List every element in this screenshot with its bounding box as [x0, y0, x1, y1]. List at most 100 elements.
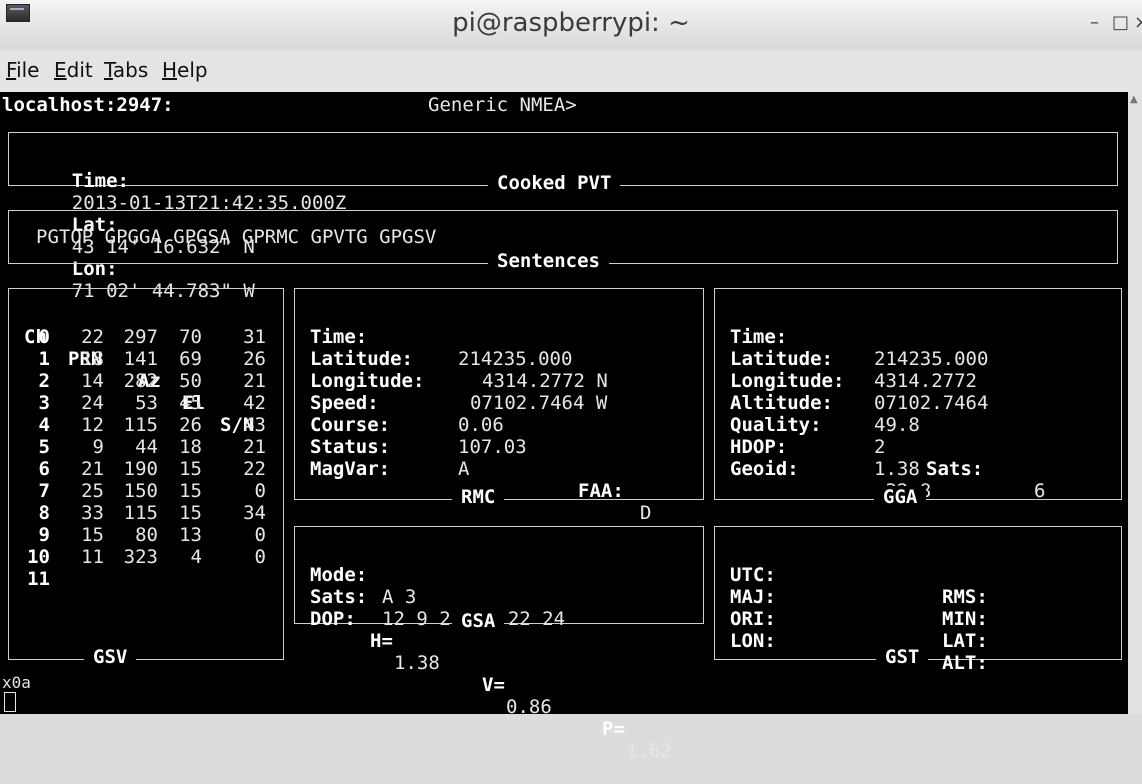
device-label: Generic NMEA>	[428, 94, 577, 116]
gsv-cell-ch: 7	[38, 480, 50, 502]
gsv-cell-az: 190	[123, 458, 158, 480]
gsv-cell-ch: 0	[38, 326, 50, 348]
rmc-course: 107.03	[458, 436, 527, 458]
gsv-cell-el: 15	[179, 458, 202, 480]
time-label: Time:	[71, 170, 129, 192]
gsv-table-row: 4 12 115 26 43	[24, 414, 274, 436]
scrollbar[interactable]: ▲	[1128, 92, 1142, 714]
gsv-cell-el: 15	[179, 480, 202, 502]
gga-altitude: 49.8	[874, 414, 920, 436]
gst-lat: LAT:	[942, 630, 988, 652]
raw-output-line: x0a	[2, 673, 31, 692]
gsv-table-row: 7 25 150 15 0	[24, 480, 274, 502]
cooked-pvt-line: Time: 2013-01-13T21:42:35.000Z Lat: 43 1…	[26, 148, 347, 302]
text-cursor	[4, 692, 16, 712]
rmc-lon-row: Longitude: 07102.7464 W	[310, 370, 608, 414]
gsv-cell-sn: 42	[243, 392, 266, 414]
gsv-cell-prn: 21	[81, 458, 104, 480]
gsv-cell-az: 297	[123, 326, 158, 348]
menu-edit[interactable]: Edit	[54, 58, 93, 82]
rmc-latitude: 4314.2772 N	[482, 370, 608, 392]
gga-caption: GGA	[874, 486, 927, 508]
gsv-cell-prn: 15	[81, 524, 104, 546]
gga-lat-row: Latitude: 4314.2772	[730, 348, 977, 392]
gsv-cell-prn: 22	[81, 326, 104, 348]
gsv-cell-el: 45	[179, 392, 202, 414]
gsv-table-row: 11	[24, 568, 274, 590]
gsv-table-row: 6 21 190 15 22	[24, 458, 274, 480]
gsv-cell-ch: 5	[38, 436, 50, 458]
terminal-area[interactable]: localhost:2947: Generic NMEA> Time: 2013…	[0, 92, 1128, 762]
gsv-cell-ch: 3	[38, 392, 50, 414]
gst-row-2: MAJ: MIN:	[730, 564, 988, 630]
host-label: localhost:2947:	[2, 94, 174, 116]
rmc-caption: RMC	[452, 486, 505, 508]
gsv-cell-ch: 9	[38, 524, 50, 546]
menu-file[interactable]: File	[6, 58, 39, 82]
gsv-cell-sn: 22	[243, 458, 266, 480]
rmc-course-row: Course: 107.03	[310, 414, 527, 458]
gsv-cell-ch: 8	[38, 502, 50, 524]
gsv-cell-ch: 10	[27, 546, 50, 568]
gsv-cell-az: 44	[135, 436, 158, 458]
gsv-cell-el: 50	[179, 370, 202, 392]
gsv-cell-sn: 0	[254, 480, 266, 502]
gsv-cell-el: 4	[190, 546, 202, 568]
gsv-cell-az: 115	[123, 414, 158, 436]
gsv-cell-prn: 11	[81, 546, 104, 568]
menu-help[interactable]: Help	[162, 58, 208, 82]
gsv-cell-az: 282	[123, 370, 158, 392]
gsv-cell-el: 69	[179, 348, 202, 370]
gsv-cell-prn: 12	[81, 414, 104, 436]
gsa-mode-row: Mode: A 3	[310, 564, 417, 608]
rmc-speed: 0.06	[458, 414, 504, 436]
gsv-cell-sn: 34	[243, 502, 266, 524]
rmc-speed-row: Speed: 0.06	[310, 392, 504, 436]
minimize-button[interactable]: –	[1090, 14, 1099, 32]
gsv-cell-el: 13	[179, 524, 202, 546]
maximize-button[interactable]: □	[1112, 14, 1129, 32]
rmc-time: 214235.000	[458, 348, 573, 370]
gsv-cell-az: 141	[123, 348, 158, 370]
gsv-header-row: Ch PRN Az El S/N	[24, 304, 254, 436]
gst-row-3: ORI: LAT:	[730, 586, 988, 652]
rmc-status: A	[458, 458, 470, 480]
gsv-cell-el: 18	[179, 436, 202, 458]
gsv-cell-sn: 26	[243, 348, 266, 370]
rmc-status-row: Status: A FAA: D	[310, 436, 652, 524]
gsv-cell-prn: 33	[81, 502, 104, 524]
gsv-cell-el: 70	[179, 326, 202, 348]
gga-quality: 2	[874, 436, 886, 458]
gsv-caption: GSV	[84, 646, 137, 668]
gsv-table-row: 10 11 323 4 0	[24, 546, 274, 568]
rmc-time-row: Time: 214235.000	[310, 326, 573, 370]
gsv-cell-az: 53	[135, 392, 158, 414]
gga-alt-row: Altitude: 49.8	[730, 392, 920, 436]
gst-lon: LON:	[730, 630, 776, 652]
rmc-longitude: 07102.7464 W	[470, 392, 608, 414]
gsv-cell-prn: 25	[81, 480, 104, 502]
gst-caption: GST	[876, 646, 929, 668]
gsa-pdop: 1.62	[626, 740, 672, 762]
gsv-cell-el: 15	[179, 502, 202, 524]
window-titlebar[interactable]: pi@raspberrypi: ~ – □ ×	[0, 0, 1142, 51]
gga-geoid-row: Geoid: -32.8	[730, 436, 931, 502]
gsv-cell-sn: 31	[243, 326, 266, 348]
gsa-dop-row: DOP: H= 1.38 V= 0.86 P= 1.62	[310, 608, 672, 762]
gga-hdop: 1.38	[874, 458, 920, 480]
menu-bar: File Edit Tabs Help	[0, 50, 1142, 93]
gsv-cell-sn: 0	[254, 546, 266, 568]
gsv-table-row: 0 22 297 70 31	[24, 326, 274, 348]
gsv-cell-az: 323	[123, 546, 158, 568]
menu-tabs[interactable]: Tabs	[104, 58, 148, 82]
cooked-pvt-caption: Cooked PVT	[488, 172, 621, 194]
gga-quality-row: Quality: 2 Sats: 6	[730, 414, 1046, 502]
gst-row-4: LON: ALT:	[730, 608, 988, 674]
window-title: pi@raspberrypi: ~	[452, 8, 690, 38]
scroll-up-arrow-icon[interactable]: ▲	[1130, 94, 1138, 105]
gga-hdop-row: HDOP: 1.38	[730, 436, 920, 480]
gga-time: 214235.000	[874, 348, 989, 370]
gst-alt: ALT:	[942, 652, 988, 674]
gsv-cell-ch: 11	[27, 568, 50, 590]
close-button[interactable]: ×	[1134, 14, 1142, 32]
